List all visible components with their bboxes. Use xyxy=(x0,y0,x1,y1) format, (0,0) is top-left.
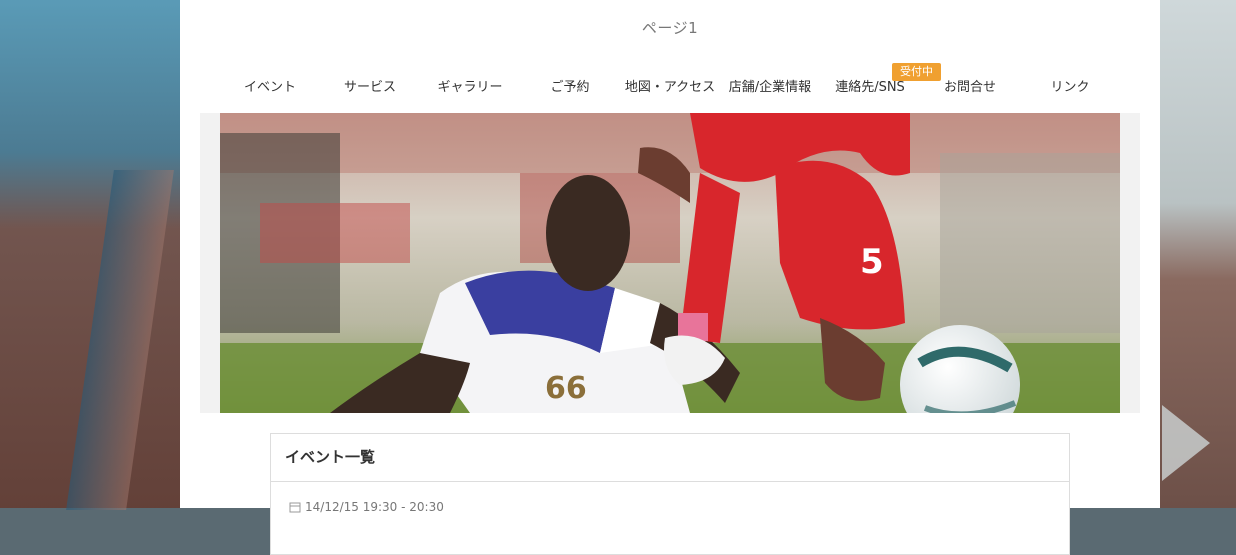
hero-image: 66 5 xyxy=(220,113,1120,413)
event-list-panel: イベント一覧 14/12/15 19:30 - 20:30 xyxy=(270,433,1070,555)
jersey-number-left: 66 xyxy=(545,371,587,406)
calendar-icon xyxy=(289,502,301,513)
nav-item-links[interactable]: リンク xyxy=(1020,76,1120,100)
jersey-number-right: 5 xyxy=(860,242,884,282)
nav-item-map-access[interactable]: 地図・アクセス xyxy=(620,76,720,100)
main-column: ページ1 イベント サービス ギャラリー ご予約 地図・アクセス 店舗/企業情報… xyxy=(180,0,1160,555)
event-list-item[interactable]: 14/12/15 19:30 - 20:30 xyxy=(271,482,1069,522)
main-nav: イベント サービス ギャラリー ご予約 地図・アクセス 店舗/企業情報 連絡先/… xyxy=(220,76,1120,100)
nav-item-event[interactable]: イベント xyxy=(220,76,320,100)
nav-item-reservation[interactable]: ご予約 xyxy=(520,76,620,100)
nav-item-service[interactable]: サービス xyxy=(320,76,420,100)
event-list-heading: イベント一覧 xyxy=(271,434,1069,482)
status-badge: 受付中 xyxy=(892,63,941,81)
event-date: 14/12/15 19:30 - 20:30 xyxy=(289,500,444,514)
page-title: ページ1 xyxy=(641,19,699,37)
nav-item-company-info[interactable]: 店舗/企業情報 xyxy=(720,76,820,100)
soccer-players-photo: 66 5 xyxy=(220,113,1120,413)
next-slide-arrow-icon[interactable] xyxy=(1162,405,1210,481)
event-date-text: 14/12/15 19:30 - 20:30 xyxy=(305,500,444,514)
nav-item-gallery[interactable]: ギャラリー xyxy=(420,76,520,100)
background-left xyxy=(0,0,180,508)
